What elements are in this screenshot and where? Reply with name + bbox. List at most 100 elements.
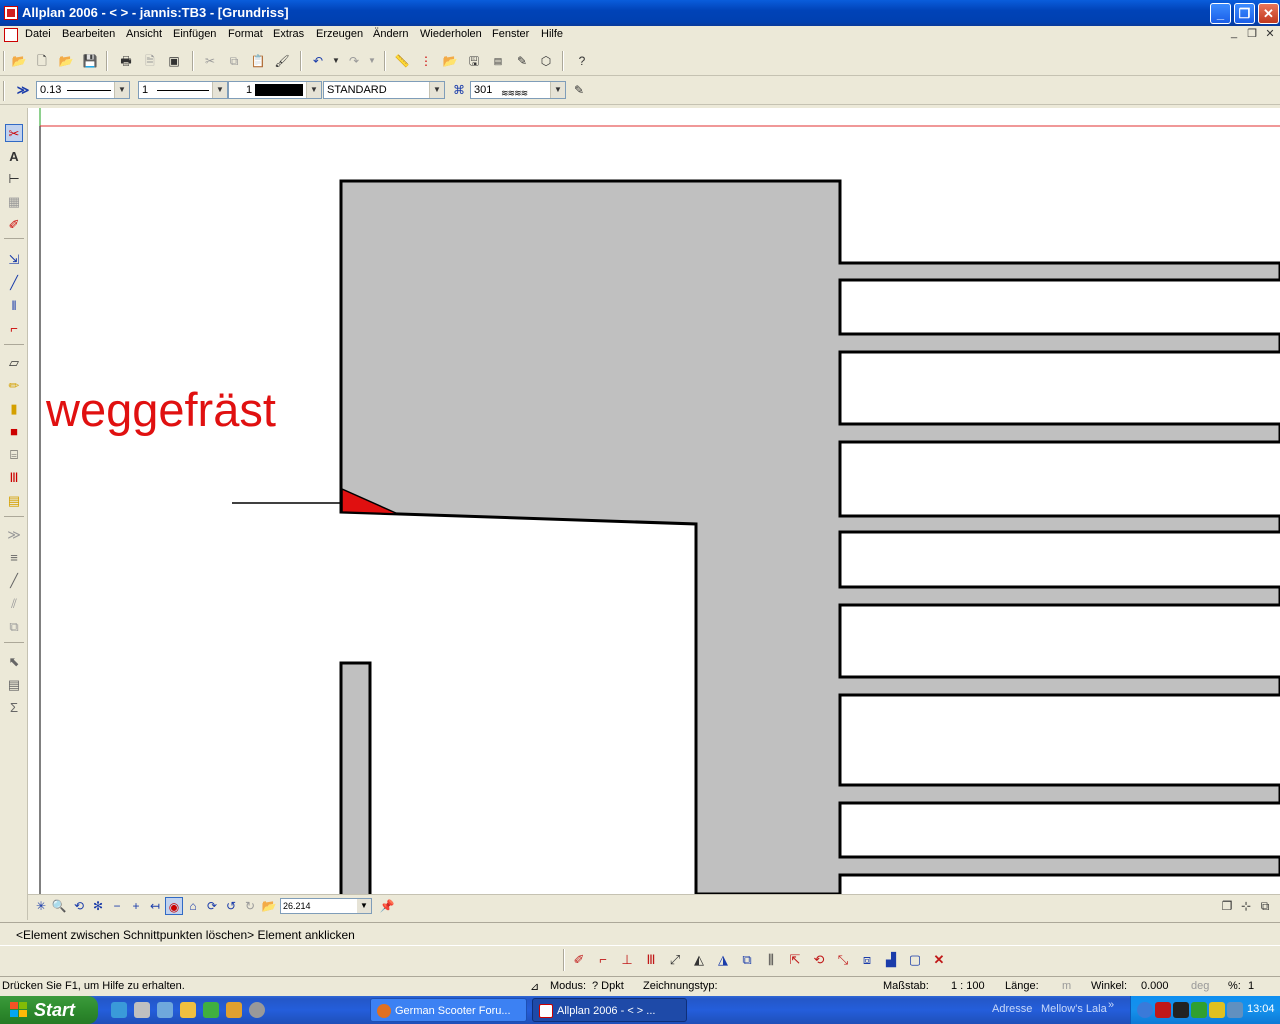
flower-quicklaunch-icon[interactable] <box>203 1002 219 1018</box>
desktop-quicklaunch-icon[interactable] <box>134 1002 150 1018</box>
menu-einfuegen[interactable]: Einfügen <box>173 28 216 40</box>
new-file-icon[interactable]: 🗋 <box>33 52 51 70</box>
object-manager-icon[interactable]: ▤ <box>5 676 23 694</box>
redo-view-icon[interactable]: ↻ <box>241 897 259 915</box>
hatch-select[interactable]: 301 ≋≋≋≋ ▼ <box>470 81 566 99</box>
mirror-copy-icon[interactable]: ◮ <box>713 950 733 970</box>
menu-datei[interactable]: Datei <box>25 28 51 40</box>
measure-icon[interactable]: 📏 <box>393 52 411 70</box>
chevron-down-icon[interactable]: ▼ <box>212 82 227 98</box>
point-snap-icon[interactable]: ⋮ <box>417 52 435 70</box>
wall-tool-icon[interactable]: ▱ <box>5 354 23 372</box>
restore-button[interactable]: ❐ <box>1234 3 1255 24</box>
parallel-lines-icon[interactable]: ‖ <box>5 297 23 315</box>
parallel-delete-icon[interactable]: Ⅲ <box>641 950 661 970</box>
pen-tool-icon[interactable]: ✐ <box>5 216 23 234</box>
app-quicklaunch-icon[interactable] <box>249 1002 265 1018</box>
rotate-view-icon[interactable]: ⟳ <box>203 897 221 915</box>
rotate-element-icon[interactable]: ⟲ <box>809 950 829 970</box>
print-window-icon[interactable]: ▣ <box>165 52 183 70</box>
start-button[interactable]: Start <box>0 996 98 1024</box>
angle-unit[interactable]: deg <box>1191 980 1209 992</box>
print-preview-icon[interactable]: 🗎 <box>141 52 159 70</box>
menu-erzeugen[interactable]: Erzeugen <box>316 28 363 40</box>
door-tool-icon[interactable]: ⌸ <box>5 446 23 464</box>
pen-settings-icon[interactable]: ✎ <box>513 52 531 70</box>
delete-tool-icon[interactable]: ✂ <box>5 124 23 142</box>
copy-element-icon[interactable]: ⧉ <box>737 950 757 970</box>
select-tool-icon[interactable]: ⬉ <box>5 653 23 671</box>
pan-icon[interactable]: ✳ <box>32 897 50 915</box>
delete-end-icon[interactable]: ⌐ <box>593 950 613 970</box>
scale-value[interactable]: 1 : 100 <box>951 980 985 992</box>
regenerate-icon[interactable]: ✻ <box>89 897 107 915</box>
chevron-down-icon[interactable]: ▼ <box>429 82 444 98</box>
undo-dropdown-icon[interactable]: ▼ <box>327 52 345 70</box>
chevron-left-icon[interactable] <box>1137 1002 1153 1018</box>
color-select[interactable]: 1 ▼ <box>228 81 322 99</box>
usb-icon[interactable] <box>1173 1002 1189 1018</box>
copy-icon[interactable]: ⧉ <box>225 52 243 70</box>
corner-tool-icon[interactable]: ⌐ <box>5 320 23 338</box>
document-icon[interactable] <box>4 28 18 42</box>
open-view-icon[interactable]: 📂 <box>260 897 278 915</box>
drawing-canvas[interactable]: weggefräst <box>28 108 1280 894</box>
expand-left-icon[interactable]: ≫ <box>5 526 23 544</box>
minimize-button[interactable]: _ <box>1210 3 1231 24</box>
task-firefox[interactable]: German Scooter Foru... <box>370 998 527 1022</box>
layout-icon[interactable]: ▢ <box>905 950 925 970</box>
snap-icon[interactable]: ◉ <box>165 897 183 915</box>
task-allplan[interactable]: Allplan 2006 - < > ... <box>532 998 687 1022</box>
cancel-function-icon[interactable]: ✕ <box>929 950 949 970</box>
layer-select[interactable]: STANDARD ▼ <box>323 81 445 99</box>
column-tool-icon[interactable]: ▮ <box>5 400 23 418</box>
home-view-icon[interactable]: ⌂ <box>184 897 202 915</box>
context-help-icon[interactable]: ? <box>573 52 591 70</box>
undo-icon[interactable]: ↶ <box>309 52 327 70</box>
save-icon[interactable]: 💾 <box>81 52 99 70</box>
music-label[interactable]: Mellow's Lala <box>1041 1003 1107 1015</box>
menu-aendern[interactable]: Ändern <box>373 28 408 40</box>
zoom-out-icon[interactable]: − <box>108 897 126 915</box>
grid-tool-icon[interactable]: ▦ <box>5 193 23 211</box>
format-properties-icon[interactable]: ✎ <box>570 81 588 99</box>
menu-wiederholen[interactable]: Wiederholen <box>420 28 482 40</box>
text-layer-icon[interactable]: ▤ <box>489 52 507 70</box>
hatch-settings-icon[interactable]: ⌘ <box>450 81 468 99</box>
pin-icon[interactable]: 📌 <box>378 897 396 915</box>
zoom-window-icon[interactable]: ⟲ <box>70 897 88 915</box>
folder-quicklaunch-icon[interactable] <box>180 1002 196 1018</box>
roof-tool-icon[interactable]: ▤ <box>5 492 23 510</box>
chevron-down-icon[interactable]: ▼ <box>550 82 565 98</box>
zoom-icon[interactable]: 🔍 <box>50 897 68 915</box>
previous-view-icon[interactable]: ↤ <box>146 897 164 915</box>
drawing-svg[interactable]: weggefräst <box>28 108 1280 894</box>
media-quicklaunch-icon[interactable] <box>157 1002 173 1018</box>
doc-close-button[interactable]: ✕ <box>1262 27 1278 43</box>
dimension-tool-icon[interactable]: ⊢ <box>5 170 23 188</box>
redo-dropdown-icon[interactable]: ▼ <box>363 52 381 70</box>
scale-element-icon[interactable]: ⤡ <box>833 950 853 970</box>
undo-view-icon[interactable]: ↺ <box>222 897 240 915</box>
chevron-down-icon[interactable]: ▼ <box>306 82 321 98</box>
redo-icon[interactable]: ↷ <box>345 52 363 70</box>
stairs-tool-icon[interactable]: Ⅲ <box>5 469 23 487</box>
zoom-in-icon[interactable]: + <box>127 897 145 915</box>
paste-icon[interactable]: 📋 <box>249 52 267 70</box>
doc-minimize-button[interactable]: _ <box>1226 27 1242 43</box>
print-icon[interactable]: 🖶 <box>117 52 135 70</box>
move-element-icon[interactable]: ⇱ <box>785 950 805 970</box>
expand-tray-icon[interactable]: » <box>1108 999 1114 1011</box>
sum-icon[interactable]: Σ <box>5 699 23 717</box>
menu-bearbeiten[interactable]: Bearbeiten <box>62 28 115 40</box>
chevron-down-icon[interactable]: ▼ <box>357 899 371 913</box>
offset-icon[interactable]: ▟ <box>881 950 901 970</box>
align-icon[interactable]: ⫼ <box>761 950 781 970</box>
tool-quicklaunch-icon[interactable] <box>226 1002 242 1018</box>
crosshair-icon[interactable]: ⊹ <box>1237 897 1255 915</box>
3d-view-icon[interactable]: ⬡ <box>537 52 555 70</box>
layers-icon[interactable]: ≡ <box>5 549 23 567</box>
window-mode-icon[interactable]: ❐ <box>1218 897 1236 915</box>
move-tool-icon[interactable]: ⇲ <box>5 251 23 269</box>
format-painter-icon[interactable]: 🖌 <box>273 52 291 70</box>
